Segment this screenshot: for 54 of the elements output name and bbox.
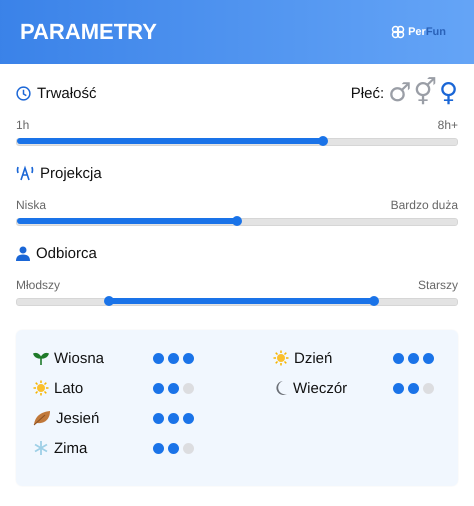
slider-thumb[interactable] bbox=[232, 216, 242, 226]
slider-thumb[interactable] bbox=[369, 296, 380, 306]
sun-icon bbox=[273, 350, 289, 366]
rating-dot bbox=[183, 442, 194, 454]
gender-label: Płeć: bbox=[350, 84, 384, 102]
max-label: 8h+ bbox=[438, 118, 458, 134]
rating-dot bbox=[183, 382, 194, 394]
section-title: Trwałość bbox=[37, 84, 96, 102]
page-title: PARAMETRY bbox=[20, 19, 157, 45]
rating-dot bbox=[393, 352, 404, 364]
rating-dot bbox=[168, 442, 179, 454]
rating-dot bbox=[423, 382, 434, 394]
min-label: Młodszy bbox=[16, 278, 60, 294]
rating-dot bbox=[153, 412, 164, 424]
clock-icon bbox=[16, 86, 31, 100]
rating-dot bbox=[168, 412, 179, 424]
min-label: 1h bbox=[16, 118, 30, 134]
rating-dot bbox=[393, 382, 404, 394]
max-label: Starszy bbox=[418, 278, 458, 294]
range-slider-track[interactable] bbox=[16, 298, 458, 306]
gender-option[interactable]: ♂ bbox=[388, 80, 412, 106]
person-icon bbox=[16, 246, 30, 260]
leaf-icon bbox=[33, 410, 51, 426]
snowflake-icon bbox=[33, 440, 49, 456]
rating-dot bbox=[423, 352, 434, 364]
season-label: Wiosna bbox=[54, 350, 104, 366]
season-label: Jesień bbox=[56, 410, 100, 426]
rating-dot bbox=[153, 442, 164, 454]
time-label: Dzień bbox=[294, 350, 332, 366]
slider-track[interactable] bbox=[16, 138, 458, 146]
max-label: Bardzo duża bbox=[390, 198, 458, 214]
time-label: Wieczór bbox=[293, 380, 348, 396]
season-label: Lato bbox=[54, 380, 84, 396]
sprout-icon bbox=[33, 350, 49, 366]
rating-dot bbox=[168, 382, 179, 394]
antenna-icon bbox=[16, 165, 34, 181]
logo-icon bbox=[391, 25, 406, 39]
rating-dot bbox=[183, 352, 194, 364]
slider-thumb[interactable] bbox=[104, 296, 114, 306]
rating-dot bbox=[183, 412, 194, 424]
rating-dot bbox=[408, 352, 419, 364]
slider-track[interactable] bbox=[16, 218, 458, 226]
rating-dot bbox=[168, 352, 179, 364]
gender-option[interactable]: ♀ bbox=[438, 80, 458, 106]
section-title: Projekcja bbox=[40, 164, 102, 182]
season-label: Zima bbox=[54, 440, 88, 456]
rating-dot bbox=[153, 382, 164, 394]
sun-icon bbox=[33, 380, 49, 396]
logo-text: PerFun bbox=[408, 26, 446, 38]
section-title: Odbiorca bbox=[36, 244, 97, 262]
rating-dot bbox=[408, 382, 419, 394]
min-label: Niska bbox=[16, 198, 46, 214]
rating-dot bbox=[153, 352, 164, 364]
slider-thumb[interactable] bbox=[318, 136, 328, 146]
